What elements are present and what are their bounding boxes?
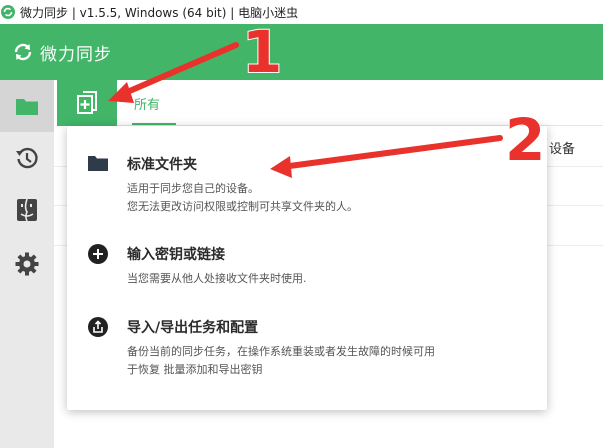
sync-logo-icon [14, 43, 32, 61]
folder-icon [16, 99, 38, 115]
sidebar-item-devices[interactable] [0, 184, 54, 236]
app-logo-icon [1, 5, 15, 19]
sidebar-item-settings[interactable] [0, 238, 54, 290]
add-folder-button[interactable] [57, 80, 117, 126]
app-header: 微力同步 [0, 24, 603, 80]
menu-item-desc: 当您需要从他人处接收文件夹时使用. [127, 272, 307, 285]
history-icon [16, 147, 38, 169]
menu-item-import-export[interactable]: 导入/导出任务和配置 备份当前的同步任务，在操作系统重装或者发生故障的时候可用 … [67, 312, 547, 392]
menu-item-title: 导入/导出任务和配置 [127, 320, 259, 336]
menu-item-desc: 备份当前的同步任务，在操作系统重装或者发生故障的时候可用 [127, 345, 435, 358]
window-title: 微力同步 | v1.5.5, Windows (64 bit) | 电脑小迷虫 [20, 5, 299, 20]
finder-icon [17, 198, 37, 222]
menu-item-title: 标准文件夹 [127, 157, 197, 173]
menu-item-standard-folder[interactable]: 标准文件夹 适用于同步您自己的设备。 您无法更改访问权限或控制可共享文件夹的人。 [67, 126, 547, 216]
menu-item-desc: 适用于同步您自己的设备。 [127, 182, 259, 195]
menu-item-desc: 您无法更改访问权限或控制可共享文件夹的人。 [127, 200, 358, 213]
gear-icon [15, 252, 39, 276]
add-folder-menu: 标准文件夹 适用于同步您自己的设备。 您无法更改访问权限或控制可共享文件夹的人。… [67, 126, 547, 410]
menu-item-desc: 于恢复 批量添加和导出密钥 [127, 363, 263, 376]
sidebar [0, 80, 54, 448]
sidebar-item-history[interactable] [0, 132, 54, 184]
sidebar-item-folders[interactable] [0, 80, 54, 132]
menu-item-title: 输入密钥或链接 [127, 247, 225, 263]
folder-icon [88, 156, 108, 171]
share-circle-icon [88, 317, 108, 337]
plus-circle-icon [88, 244, 108, 264]
menu-item-enter-key[interactable]: 输入密钥或链接 当您需要从他人处接收文件夹时使用. [67, 236, 547, 296]
window-titlebar: 微力同步 | v1.5.5, Windows (64 bit) | 电脑小迷虫 [0, 0, 603, 25]
add-folder-icon [77, 91, 97, 114]
tab-all[interactable]: 所有 [134, 94, 160, 113]
column-header-device: 设备 [549, 142, 576, 157]
brand-name: 微力同步 [40, 44, 112, 65]
